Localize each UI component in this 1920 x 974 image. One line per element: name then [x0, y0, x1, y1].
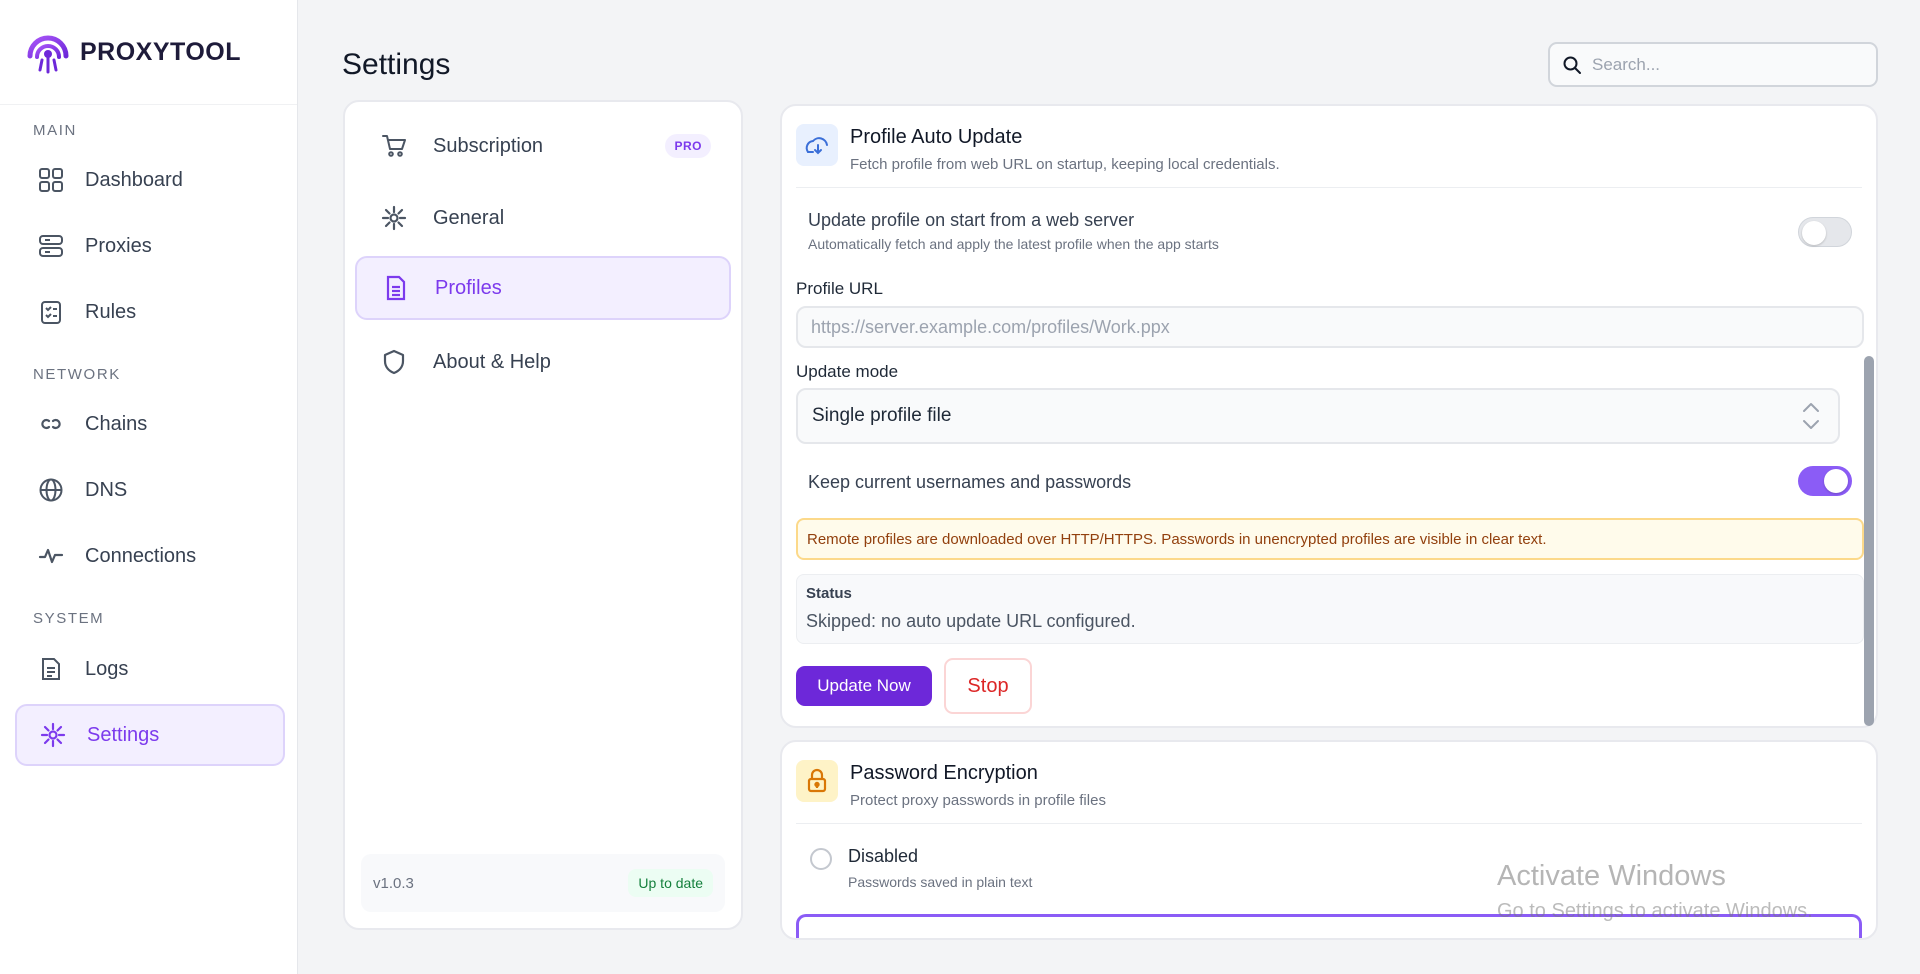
sidebar-item-label: Settings [87, 723, 160, 746]
card-header: Password Encryption Protect proxy passwo… [796, 760, 1862, 824]
update-mode-label: Update mode [796, 362, 899, 381]
card-title: Password Encryption [850, 762, 1038, 784]
sun-gear-icon [381, 205, 407, 231]
sidebar-item-label: Rules [85, 300, 137, 323]
update-status-badge: Up to date [628, 869, 713, 897]
start-update-toggle[interactable] [1798, 217, 1852, 247]
cart-icon [381, 133, 407, 159]
nav-section-system: SYSTEM [33, 610, 105, 627]
sidebar-item-label: Connections [85, 544, 197, 567]
search-icon [1563, 56, 1581, 74]
submenu-item-general[interactable]: General [355, 186, 731, 250]
sidebar-item-dns[interactable]: DNS [15, 459, 285, 521]
logo-icon [27, 35, 69, 74]
sidebar-item-label: Logs [85, 657, 129, 680]
start-update-description: Automatically fetch and apply the latest… [808, 236, 1219, 252]
card-title: Profile Auto Update [850, 126, 1023, 148]
pro-badge: PRO [665, 134, 711, 158]
card-header: Profile Auto Update Fetch profile from w… [796, 124, 1862, 188]
sidebar-item-rules[interactable]: Rules [15, 281, 285, 343]
profile-url-input[interactable] [796, 306, 1864, 348]
profile-url-label: Profile URL [796, 279, 883, 298]
chevron-up-down-icon [1803, 403, 1819, 429]
sidebar-item-label: Proxies [85, 234, 152, 257]
grid-icon [37, 166, 65, 194]
activation-watermark-text: Go to Settings to activate Windows. [1497, 900, 1813, 922]
sidebar-item-label: Dashboard [85, 168, 183, 191]
file-icon [383, 275, 409, 301]
cloud-download-icon [796, 124, 838, 166]
submenu-item-label: Subscription [433, 134, 544, 157]
lock-icon [796, 760, 838, 802]
toggle-knob [1802, 221, 1826, 245]
scrollbar-thumb[interactable] [1864, 356, 1874, 726]
sidebar-item-connections[interactable]: Connections [15, 525, 285, 587]
settings-submenu: Subscription PRO General Profiles About … [343, 100, 743, 930]
nav-section-main: MAIN [33, 122, 77, 139]
stop-button[interactable]: Stop [944, 658, 1032, 714]
radio-disabled[interactable] [810, 848, 832, 870]
status-value: Skipped: no auto update URL configured. [806, 611, 1136, 631]
submenu-item-subscription[interactable]: Subscription PRO [355, 114, 731, 178]
security-warning: Remote profiles are downloaded over HTTP… [796, 518, 1864, 560]
radio-option-description: Passwords saved in plain text [848, 874, 1033, 890]
toggle-knob [1824, 469, 1848, 493]
status-label: Status [806, 585, 852, 602]
submenu-item-label: General [433, 206, 505, 229]
submenu-item-profiles[interactable]: Profiles [355, 256, 731, 320]
clipboard-list-icon [37, 298, 65, 326]
radio-option-title: Disabled [848, 846, 919, 866]
activity-icon [37, 542, 65, 570]
sidebar-item-label: DNS [85, 478, 128, 501]
sidebar-item-dashboard[interactable]: Dashboard [15, 149, 285, 211]
link-icon [37, 410, 65, 438]
version-box: v1.0.3 Up to date [361, 854, 725, 912]
sidebar-item-settings[interactable]: Settings [15, 704, 285, 766]
submenu-item-label: About & Help [433, 350, 551, 373]
profile-auto-update-card: Profile Auto Update Fetch profile from w… [780, 104, 1878, 728]
search-input[interactable] [1592, 54, 1852, 75]
sun-gear-icon [39, 721, 67, 749]
update-mode-select[interactable]: Single profile file [796, 388, 1840, 444]
keep-credentials-toggle[interactable] [1798, 466, 1852, 496]
search-box[interactable] [1548, 42, 1878, 87]
sidebar-item-label: Chains [85, 412, 148, 435]
globe-icon [37, 476, 65, 504]
submenu-item-label: Profiles [435, 276, 502, 299]
version-label: v1.0.3 [373, 874, 414, 892]
update-mode-value: Single profile file [812, 405, 952, 426]
card-subtitle: Protect proxy passwords in profile files [850, 792, 1106, 809]
status-box: Status Skipped: no auto update URL confi… [796, 574, 1864, 644]
activation-watermark-title: Activate Windows [1497, 860, 1726, 892]
keep-credentials-label: Keep current usernames and passwords [808, 472, 1132, 492]
update-now-button[interactable]: Update Now [796, 666, 932, 706]
submenu-item-about-help[interactable]: About & Help [355, 330, 731, 394]
server-icon [37, 232, 65, 260]
brand: PROXYTOOL [0, 0, 297, 105]
sidebar-item-logs[interactable]: Logs [15, 638, 285, 700]
start-update-label: Update profile on start from a web serve… [808, 210, 1135, 230]
sidebar-item-proxies[interactable]: Proxies [15, 215, 285, 277]
app-name: PROXYTOOL [80, 37, 242, 66]
page-title: Settings [342, 48, 451, 81]
sidebar: PROXYTOOL MAIN Dashboard Proxies Rules N… [0, 0, 298, 974]
shield-icon [381, 349, 407, 375]
nav-section-network: NETWORK [33, 366, 121, 383]
file-text-icon [37, 655, 65, 683]
sidebar-item-chains[interactable]: Chains [15, 393, 285, 455]
card-subtitle: Fetch profile from web URL on startup, k… [850, 156, 1280, 173]
